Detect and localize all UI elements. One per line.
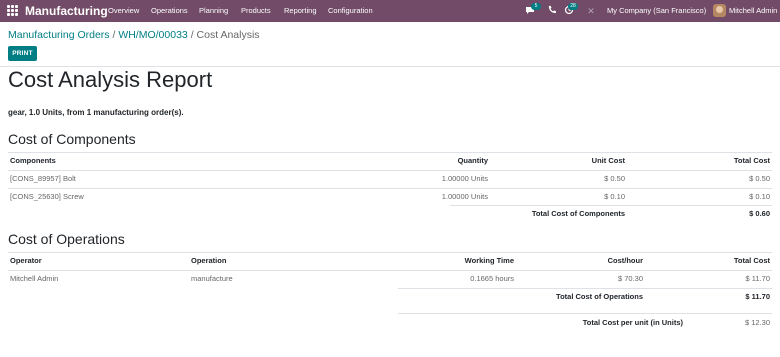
breadcrumb-manufacturing-orders[interactable]: Manufacturing Orders — [8, 29, 110, 41]
operations-section-title: Cost of Operations — [8, 231, 125, 247]
table-header: Components Quantity Unit Cost Total Cost — [8, 152, 772, 170]
user-menu[interactable]: Mitchell Admin — [729, 6, 777, 15]
operations-total-row: Total Cost of Operations $ 11.70 — [8, 288, 772, 306]
menu-reporting[interactable]: Reporting — [284, 6, 317, 15]
table-row: Mitchell Admin manufacture 0.1665 hours … — [8, 270, 772, 288]
component-total-cost: $ 0.10 — [749, 192, 770, 201]
breadcrumb: Manufacturing Orders / WH/MO/00033 / Cos… — [8, 29, 260, 41]
component-unit-cost: $ 0.10 — [604, 192, 625, 201]
component-name: [CONS_25630] Screw — [10, 192, 84, 201]
report-summary: gear, 1.0 Units, from 1 manufacturing or… — [8, 108, 184, 117]
close-icon[interactable]: ✕ — [585, 5, 597, 17]
header-operator: Operator — [10, 256, 42, 265]
menu-planning[interactable]: Planning — [199, 6, 228, 15]
operation-cost-hour: $ 70.30 — [617, 274, 643, 283]
header-cost-hour: Cost/hour — [607, 256, 643, 265]
breadcrumb-separator: / — [112, 29, 116, 41]
header-working-time: Working Time — [464, 256, 514, 265]
phone-icon[interactable] — [545, 5, 557, 17]
operation-name: manufacture — [191, 274, 233, 283]
chat-badge: 5 — [531, 3, 541, 10]
operator-name: Mitchell Admin — [10, 274, 59, 283]
unit-cost-value: $ 12.30 — [744, 318, 770, 327]
operations-total-value: $ 11.70 — [745, 292, 770, 301]
apps-menu-icon[interactable] — [7, 5, 18, 16]
menu-products[interactable]: Products — [241, 6, 271, 15]
component-quantity: 1.00000 Units — [441, 174, 488, 183]
menu-operations[interactable]: Operations — [151, 6, 188, 15]
components-total-row: Total Cost of Components $ 0.60 — [8, 205, 772, 223]
table-row: [CONS_89957] Bolt 1.00000 Units $ 0.50 $… — [8, 170, 772, 188]
activity-badge: 28 — [568, 3, 578, 10]
operation-total-cost: $ 11.70 — [745, 274, 770, 283]
app-name[interactable]: Manufacturing — [25, 4, 108, 18]
header-total-cost: Total Cost — [733, 156, 770, 165]
unit-cost-label: Total Cost per unit (in Units) — [582, 318, 683, 327]
components-section-title: Cost of Components — [8, 131, 136, 147]
components-total-value: $ 0.60 — [749, 209, 770, 218]
print-button[interactable]: PRINT — [8, 46, 37, 61]
header-unit-cost: Unit Cost — [591, 156, 625, 165]
component-name: [CONS_89957] Bolt — [10, 174, 76, 183]
component-unit-cost: $ 0.50 — [604, 174, 625, 183]
breadcrumb-current: Cost Analysis — [196, 29, 260, 41]
component-quantity: 1.00000 Units — [441, 192, 488, 201]
table-header: Operator Operation Working Time Cost/hou… — [8, 252, 772, 270]
unit-cost-row: Total Cost per unit (in Units) $ 12.30 — [8, 314, 772, 332]
menu-configuration[interactable]: Configuration — [328, 6, 373, 15]
header-quantity: Quantity — [457, 156, 488, 165]
company-switcher[interactable]: My Company (San Francisco) — [607, 6, 706, 15]
avatar[interactable] — [713, 4, 726, 17]
components-total-label: Total Cost of Components — [531, 209, 625, 218]
header-total-cost: Total Cost — [733, 256, 770, 265]
component-total-cost: $ 0.50 — [749, 174, 770, 183]
report-title: Cost Analysis Report — [8, 67, 213, 92]
operation-working-time: 0.1665 hours — [470, 274, 514, 283]
breadcrumb-order[interactable]: WH/MO/00033 — [118, 29, 187, 41]
table-row: [CONS_25630] Screw 1.00000 Units $ 0.10 … — [8, 188, 772, 206]
header-operation: Operation — [191, 256, 227, 265]
operations-total-label: Total Cost of Operations — [556, 292, 643, 301]
header-components: Components — [10, 156, 56, 165]
menu-overview[interactable]: Overview — [108, 6, 139, 15]
breadcrumb-separator: / — [190, 29, 194, 41]
top-navbar: Manufacturing Overview Operations Planni… — [0, 0, 780, 22]
